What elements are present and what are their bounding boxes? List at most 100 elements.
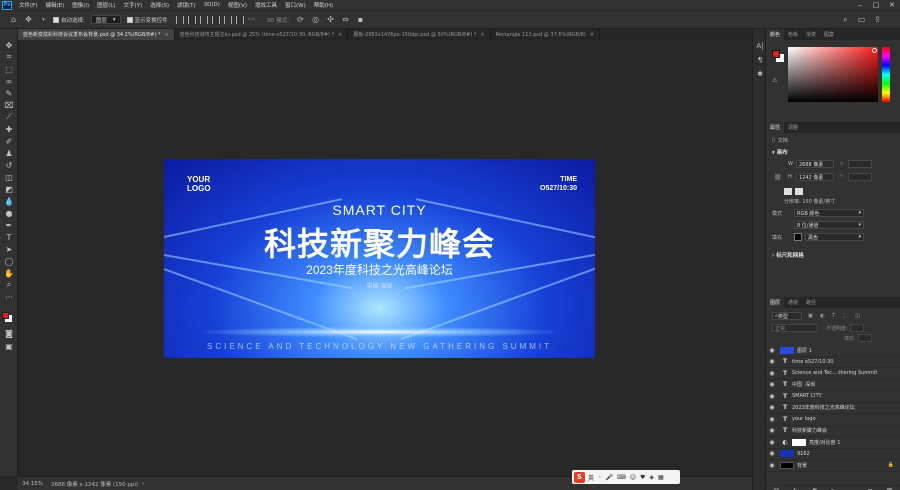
align-middle-icon[interactable]: [223, 15, 232, 24]
character-panel-icon[interactable]: A|: [753, 39, 767, 53]
move-tool-icon[interactable]: ✥: [23, 14, 34, 25]
tab-swatches[interactable]: 色板: [784, 29, 802, 40]
layer-filter-icons[interactable]: ▣ ◐ T ⬚ ◫: [808, 313, 863, 319]
zoom-tool-icon[interactable]: ⌕: [0, 279, 18, 291]
history-brush-icon[interactable]: ↺: [0, 159, 18, 171]
tab-document-3[interactable]: 展板-2953x1476px-150dpi.psd @ 50%(RGB/8#) …: [348, 29, 491, 40]
chevron-down-icon[interactable]: ▾: [38, 14, 49, 25]
document-canvas[interactable]: YOUR LOGO TIME O527/10:30 SMART CITY 科技新…: [164, 159, 595, 358]
ime-language[interactable]: 英: [588, 473, 594, 482]
tab-adjustments[interactable]: 调整: [784, 122, 802, 133]
tab-document-4[interactable]: Rectangle 112.psd @ 37.6%(RGB/8) ×: [491, 29, 601, 40]
eye-icon[interactable]: ◉: [766, 439, 778, 446]
menu-image[interactable]: 图像(I): [68, 1, 93, 9]
menu-help[interactable]: 帮助(H): [310, 1, 337, 9]
punctuation-icon[interactable]: ◦: [598, 474, 602, 481]
auto-select-checkbox[interactable]: [53, 16, 59, 23]
color-picker-handle[interactable]: [872, 48, 877, 53]
y-field[interactable]: [848, 173, 872, 181]
canvas-section-title[interactable]: ▾ 画布: [766, 145, 900, 159]
search-icon[interactable]: ⌕: [840, 14, 851, 25]
auto-select-dropdown[interactable]: 图层 ▾: [90, 15, 121, 24]
layer-row[interactable]: ◉ T Science and Tec....thering Summit: [766, 368, 900, 380]
pen-tool-icon[interactable]: ✒: [0, 219, 18, 231]
tab-color[interactable]: 颜色: [766, 29, 785, 40]
align-right-icon[interactable]: [199, 15, 208, 24]
layer-row[interactable]: ◉ T SMART CITY: [766, 391, 900, 403]
eye-icon[interactable]: ◉: [766, 462, 778, 469]
eye-icon[interactable]: ◉: [766, 381, 778, 388]
marquee-tool-icon[interactable]: ⬚: [0, 63, 18, 75]
align-bottom-icon[interactable]: [235, 15, 244, 24]
tab-document-1[interactable]: 蓝色新变炫彩科技会议发布会背景.psd @ 34.2%(RGB/8#) * ×: [18, 29, 175, 40]
shape-tool-icon[interactable]: ◯: [0, 255, 18, 267]
hand-tool-icon[interactable]: ✋: [0, 267, 18, 279]
width-field[interactable]: 2688 像素: [796, 160, 834, 168]
eyedropper-tool-icon[interactable]: ⟋: [0, 111, 18, 123]
depth-select[interactable]: 8 位/通道 ▾: [794, 221, 864, 229]
3d-pan-icon[interactable]: ✣: [325, 14, 336, 25]
menu-type[interactable]: 文字(Y): [120, 1, 147, 9]
menu-plugins[interactable]: 增效工具: [251, 1, 281, 9]
tab-properties[interactable]: 属性: [766, 122, 785, 133]
tab-layers[interactable]: 图层: [766, 297, 785, 308]
eye-icon[interactable]: ◉: [766, 370, 778, 377]
layer-row[interactable]: ◉ Tyour logo: [766, 414, 900, 426]
layer-row[interactable]: ◉ 背景 🔒: [766, 460, 900, 472]
crop-tool-icon[interactable]: ⌧: [0, 99, 18, 111]
close-icon[interactable]: ✕: [884, 0, 900, 10]
layer-row[interactable]: ◉ ◐ 亮度/对比度 1: [766, 437, 900, 449]
screen-mode-icon[interactable]: ▣: [0, 340, 18, 352]
healing-tool-icon[interactable]: ✚: [0, 123, 18, 135]
lock-icon[interactable]: 🔒: [888, 462, 894, 468]
quick-select-tool-icon[interactable]: ✎: [0, 87, 18, 99]
move-tool-icon[interactable]: ✥: [0, 39, 18, 51]
minimize-icon[interactable]: –: [852, 0, 868, 10]
brush-tool-icon[interactable]: ✐: [0, 135, 18, 147]
close-icon[interactable]: ×: [338, 32, 342, 38]
tab-gradients[interactable]: 渐变: [802, 29, 820, 40]
more-icon[interactable]: ···: [246, 14, 257, 25]
layer-row[interactable]: ◉ T 科技新聚力峰会: [766, 426, 900, 437]
3d-roll-icon[interactable]: ◎: [310, 14, 321, 25]
fill-swatch[interactable]: [794, 233, 802, 241]
link-icon[interactable]: ⛓: [774, 174, 782, 181]
x-field[interactable]: [848, 160, 872, 168]
opacity-field[interactable]: [849, 324, 864, 332]
type-tool-icon[interactable]: T: [0, 231, 18, 243]
close-icon[interactable]: ×: [164, 32, 168, 38]
paragraph-panel-icon[interactable]: ¶: [753, 53, 767, 67]
blend-mode-select[interactable]: 正常: [772, 324, 818, 332]
tab-paths[interactable]: 路径: [802, 297, 820, 308]
dodge-tool-icon[interactable]: ●: [0, 207, 18, 219]
eye-icon[interactable]: ◉: [766, 393, 778, 400]
blur-tool-icon[interactable]: 💧: [0, 195, 18, 207]
close-icon[interactable]: ×: [590, 32, 594, 38]
game-icon[interactable]: ◈: [649, 474, 654, 481]
landscape-icon[interactable]: [795, 187, 803, 195]
3d-scale-icon[interactable]: ▪: [355, 14, 366, 25]
layer-filter-select[interactable]: ⌕ 类型: [772, 312, 802, 320]
skin-icon[interactable]: ♥: [640, 474, 645, 481]
layer-row[interactable]: ◉ 图层 1: [766, 345, 900, 357]
more-tools-icon[interactable]: ···: [0, 291, 18, 303]
menu-edit[interactable]: 编辑(E): [41, 1, 68, 9]
align-left-icon[interactable]: [175, 15, 184, 24]
gradient-tool-icon[interactable]: ◩: [0, 183, 18, 195]
layer-row[interactable]: ◉ Ttime o527/10:30: [766, 357, 900, 368]
emoji-icon[interactable]: ☺: [630, 474, 636, 481]
workspace-icon[interactable]: ▭: [856, 14, 867, 25]
eye-icon[interactable]: ◉: [766, 450, 778, 457]
keyboard-icon[interactable]: ⌨: [617, 474, 626, 481]
tools-collapse-handle[interactable]: [0, 29, 17, 39]
menu-view[interactable]: 视图(V): [224, 1, 251, 9]
eye-icon[interactable]: ◉: [766, 358, 778, 365]
align-center-icon[interactable]: [187, 15, 196, 24]
color-field[interactable]: [788, 47, 878, 102]
stamp-tool-icon[interactable]: ♟: [0, 147, 18, 159]
maximize-icon[interactable]: □: [868, 0, 884, 10]
height-field[interactable]: 1242 像素: [796, 173, 834, 181]
quick-mask-icon[interactable]: ◙: [0, 327, 18, 339]
path-select-icon[interactable]: ➤: [0, 243, 18, 255]
hue-slider[interactable]: [882, 47, 890, 102]
